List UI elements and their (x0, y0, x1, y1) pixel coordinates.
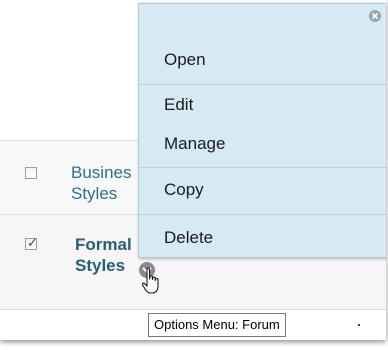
row-divider (0, 309, 386, 310)
tooltip: Options Menu: Forum (148, 313, 286, 337)
item-checkbox[interactable] (25, 167, 37, 179)
item-title-line: Busines (71, 163, 132, 182)
menu-item-manage[interactable]: Manage (164, 134, 225, 154)
menu-separator (139, 84, 386, 85)
menu-item-copy[interactable]: Copy (164, 180, 204, 200)
hand-pointer-icon (141, 267, 159, 294)
content-list-panel: Busines Styles ✓ Formal Styles Open Edit… (0, 0, 386, 340)
close-icon[interactable] (369, 10, 381, 22)
menu-item-delete[interactable]: Delete (164, 228, 213, 248)
menu-item-open[interactable]: Open (164, 50, 206, 70)
menu-item-edit[interactable]: Edit (164, 95, 193, 115)
menu-separator (139, 167, 386, 168)
x-glyph (371, 12, 379, 20)
item-title-link[interactable]: Busines Styles (71, 162, 131, 204)
item-title-link[interactable]: Formal Styles (75, 234, 132, 276)
decorative-dot (358, 324, 360, 326)
item-title-line: Styles (75, 256, 126, 275)
item-checkbox-checked[interactable]: ✓ (25, 236, 38, 251)
menu-separator (139, 214, 386, 215)
item-title-line: Styles (71, 184, 118, 203)
checkmark-icon: ✓ (27, 236, 38, 251)
item-title-line: Formal (75, 235, 132, 254)
options-context-menu: Open Edit Manage Copy Delete (138, 3, 386, 258)
